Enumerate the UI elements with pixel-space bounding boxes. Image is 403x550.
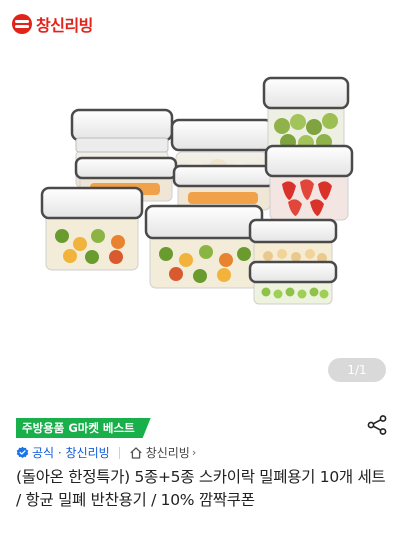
- store-link[interactable]: 창신리빙 ›: [129, 444, 197, 461]
- verified-seller-icon: [16, 446, 29, 459]
- divider: [118, 446, 120, 459]
- product-page: 창신리빙 1/1 주방용품 G마켓 베스트 공식 · 창신리빙 창신리빙 › (…: [0, 0, 403, 550]
- container-salad: [40, 186, 144, 271]
- share-icon[interactable]: [366, 414, 388, 436]
- container-sprouts: [262, 76, 350, 157]
- product-photo: [40, 76, 354, 305]
- home-icon: [130, 446, 142, 459]
- official-seller-label[interactable]: 공식 · 창신리빙: [32, 444, 110, 461]
- container-mixed: [144, 204, 264, 289]
- store-link-label: 창신리빙: [145, 446, 190, 460]
- product-info: 주방용품 G마켓 베스트 공식 · 창신리빙 창신리빙 › (돌아온 한정특가)…: [0, 398, 403, 550]
- chevron-right-icon: ›: [191, 446, 197, 459]
- image-page-counter: 1/1: [328, 358, 386, 382]
- seller-row: 공식 · 창신리빙 창신리빙 ›: [16, 444, 196, 461]
- container-peas: [248, 260, 338, 305]
- product-image-gallery[interactable]: 창신리빙 1/1: [0, 0, 403, 398]
- product-title: (돌아온 한정특가) 5종+5종 스카이락 밀폐용기 10개 세트 / 항균 밀…: [16, 468, 386, 509]
- container-strawberries: [264, 144, 354, 221]
- best-badge: 주방용품 G마켓 베스트: [16, 418, 151, 438]
- container-carrot-2: [172, 164, 276, 211]
